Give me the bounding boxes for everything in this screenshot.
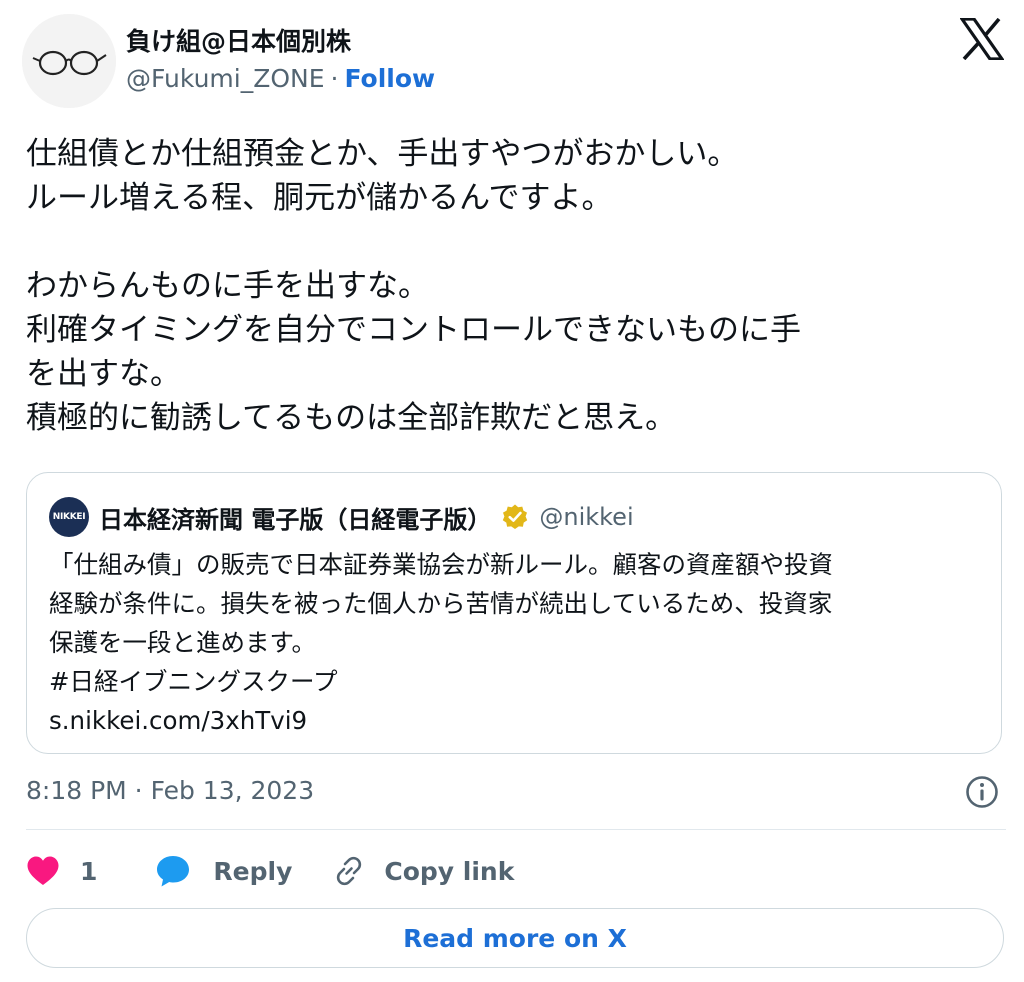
like-button[interactable]: 1: [26, 855, 97, 887]
tweet-text-line: 利確タイミングを自分でコントロールできないものに手: [26, 312, 801, 348]
quoted-tweet-header: NIKKEI 日本経済新聞 電子版（日経電子版） @nikkei: [49, 497, 634, 537]
author-display-name[interactable]: 負け組@日本個別株: [126, 22, 351, 58]
tweet-embed: 負け組@日本個別株 @Fukumi_ZONE · Follow 仕組債とか仕組預金と…: [0, 0, 1024, 982]
quoted-author-name[interactable]: 日本経済新聞 電子版（日経電子版）: [99, 500, 491, 535]
author-avatar[interactable]: [22, 14, 116, 108]
quoted-text-line: 保護を一段と進めます。: [49, 628, 317, 657]
info-icon[interactable]: [964, 774, 1000, 810]
like-count: 1: [80, 856, 98, 886]
quoted-text-link[interactable]: s.nikkei.com/3xhTvi9: [49, 701, 979, 740]
reply-button[interactable]: Reply: [155, 854, 292, 888]
follow-link[interactable]: Follow: [344, 64, 435, 93]
quoted-text-line: 「仕組み債」の販売で日本証券業協会が新ルール。顧客の資産額や投資: [49, 550, 833, 579]
glasses-avatar-icon: [22, 14, 116, 108]
copy-link-label: Copy link: [384, 856, 515, 886]
tweet-text-line: 仕組債とか仕組預金とか、手出すやつがおかしい。: [26, 136, 739, 172]
reply-label: Reply: [213, 856, 293, 886]
verified-badge-icon: [501, 503, 529, 531]
x-logo-icon[interactable]: [960, 18, 1004, 60]
divider: [26, 829, 1006, 830]
author-handle[interactable]: @Fukumi_ZONE: [126, 64, 325, 93]
quoted-text-hashtag[interactable]: #日経イブニングスクープ: [49, 662, 979, 701]
handle-separator: ·: [330, 64, 339, 93]
quoted-tweet-text: 「仕組み債」の販売で日本証券業協会が新ルール。顧客の資産額や投資 経験が条件に。…: [49, 545, 979, 740]
author-handle-row: @Fukumi_ZONE · Follow: [126, 64, 435, 93]
copy-link-button[interactable]: Copy link: [332, 854, 514, 888]
action-bar: 1 Reply Copy link: [26, 848, 514, 894]
quoted-author-handle[interactable]: @nikkei: [539, 503, 633, 531]
tweet-timestamp[interactable]: 8:18 PM · Feb 13, 2023: [26, 776, 314, 805]
tweet-text: 仕組債とか仕組預金とか、手出すやつがおかしい。 ルール増える程、胴元が儲かるんで…: [26, 132, 996, 440]
tweet-text-line: ルール増える程、胴元が儲かるんですよ。: [26, 180, 613, 216]
tweet-text-line: わからんものに手を出すな。: [26, 268, 429, 304]
tweet-text-line: を出すな。: [26, 356, 181, 392]
link-icon: [337, 856, 362, 886]
nikkei-avatar[interactable]: NIKKEI: [49, 497, 89, 537]
quoted-text-line: 経験が条件に。損失を被った個人から苦情が続出しているため、投資家: [49, 589, 833, 618]
speech-bubble-icon: [157, 856, 190, 887]
read-more-button[interactable]: Read more on X: [26, 908, 1004, 968]
tweet-text-line: 積極的に勧誘してるものは全部詐欺だと思え。: [26, 400, 677, 436]
quoted-tweet[interactable]: NIKKEI 日本経済新聞 電子版（日経電子版） @nikkei 「仕組み債」の…: [26, 472, 1002, 754]
heart-icon: [27, 856, 59, 885]
